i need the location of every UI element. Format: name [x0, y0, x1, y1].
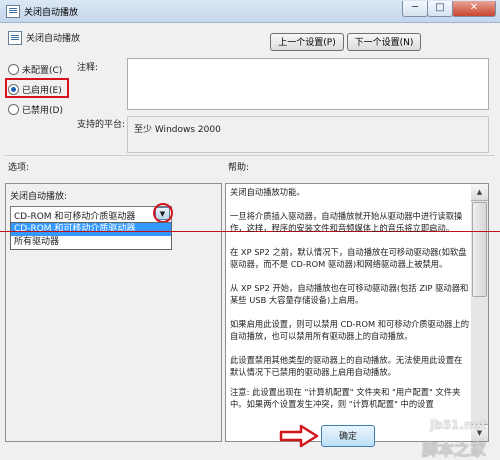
help-paragraph: 一旦将介质插入驱动器，自动播放就开始从驱动器中进行读取操作，这样，程序的安装文件… [230, 211, 463, 233]
highlight-box-enabled [5, 78, 69, 98]
close-button[interactable]: ✕ [452, 1, 496, 17]
red-arrow-icon [279, 424, 319, 448]
dropdown-option[interactable]: CD-ROM 和可移动介质驱动器 [11, 223, 171, 236]
help-scrollbar[interactable]: ▲ ▼ [471, 183, 489, 442]
help-paragraph: 从 XP SP2 开始，自动播放也在可移动驱动器(包括 ZIP 驱动器和某些 U… [230, 283, 469, 305]
policy-icon [6, 5, 20, 18]
help-paragraph: 关闭自动播放功能。 [230, 187, 305, 197]
help-header: 帮助: [228, 163, 250, 173]
help-paragraph: 此设置禁用其他类型的驱动器上的自动播放。无法使用此设置在默认情况下已禁用的驱动器… [230, 355, 463, 377]
help-paragraph: 如果启用此设置，则可以禁用 CD-ROM 和可移动介质驱动器上的自动播放，也可以… [230, 319, 470, 341]
watermark-text: 脚本之家 [422, 440, 487, 459]
radio-circle[interactable] [8, 104, 19, 115]
minimize-button[interactable]: ─ [402, 1, 428, 17]
comment-label: 注释: [77, 63, 99, 73]
watermark-url: jb51.net [430, 418, 487, 432]
help-paragraph: 在 XP SP2 之前，默认情况下，自动播放在可移动驱动器(如软盘驱动器，而不是… [230, 247, 467, 269]
supported-platforms-box: 至少 Windows 2000 [127, 116, 489, 153]
previous-setting-button[interactable]: 上一个设置(P) [270, 33, 344, 51]
next-setting-button[interactable]: 下一个设置(N) [347, 33, 421, 51]
setting-label: 关闭自动播放: [10, 192, 68, 202]
window-title: 关闭自动播放 [24, 8, 79, 18]
radio-circle[interactable] [8, 64, 19, 75]
ok-button[interactable]: 确定 [321, 425, 375, 447]
help-paragraph: 注意: 此设置出现在 "计算机配置" 文件夹和 "用户配置" 文件夹中。如果两个… [230, 387, 461, 409]
supported-platforms-value: 至少 Windows 2000 [134, 125, 221, 135]
maximize-button[interactable]: □ [427, 1, 453, 17]
supported-platforms-label: 支持的平台: [77, 120, 126, 130]
scroll-up-arrow-icon[interactable]: ▲ [471, 184, 488, 201]
highlight-circle-dropdown [153, 203, 173, 223]
setting-icon [8, 31, 22, 45]
options-header: 选项: [8, 163, 30, 173]
policy-name: 关闭自动播放 [26, 34, 81, 44]
dropdown-list: CD-ROM 和可移动介质驱动器 所有驱动器 [10, 222, 172, 250]
policy-editor-window: 关闭自动播放 ─ □ ✕ 关闭自动播放 上一个设置(P) 下一个设置(N) 未配… [0, 0, 500, 460]
radio-label: 未配置(C) [22, 66, 63, 76]
radio-label: 已禁用(D) [22, 106, 63, 116]
combobox-value: CD-ROM 和可移动介质驱动器 [14, 212, 136, 222]
divider [5, 155, 495, 156]
scroll-thumb[interactable] [472, 202, 487, 297]
comment-textarea[interactable] [127, 58, 489, 110]
dropdown-option[interactable]: 所有驱动器 [11, 236, 171, 249]
radio-disabled[interactable]: 已禁用(D) [8, 102, 108, 116]
watermark-logo: jb51.net 脚本之家 [400, 418, 500, 460]
